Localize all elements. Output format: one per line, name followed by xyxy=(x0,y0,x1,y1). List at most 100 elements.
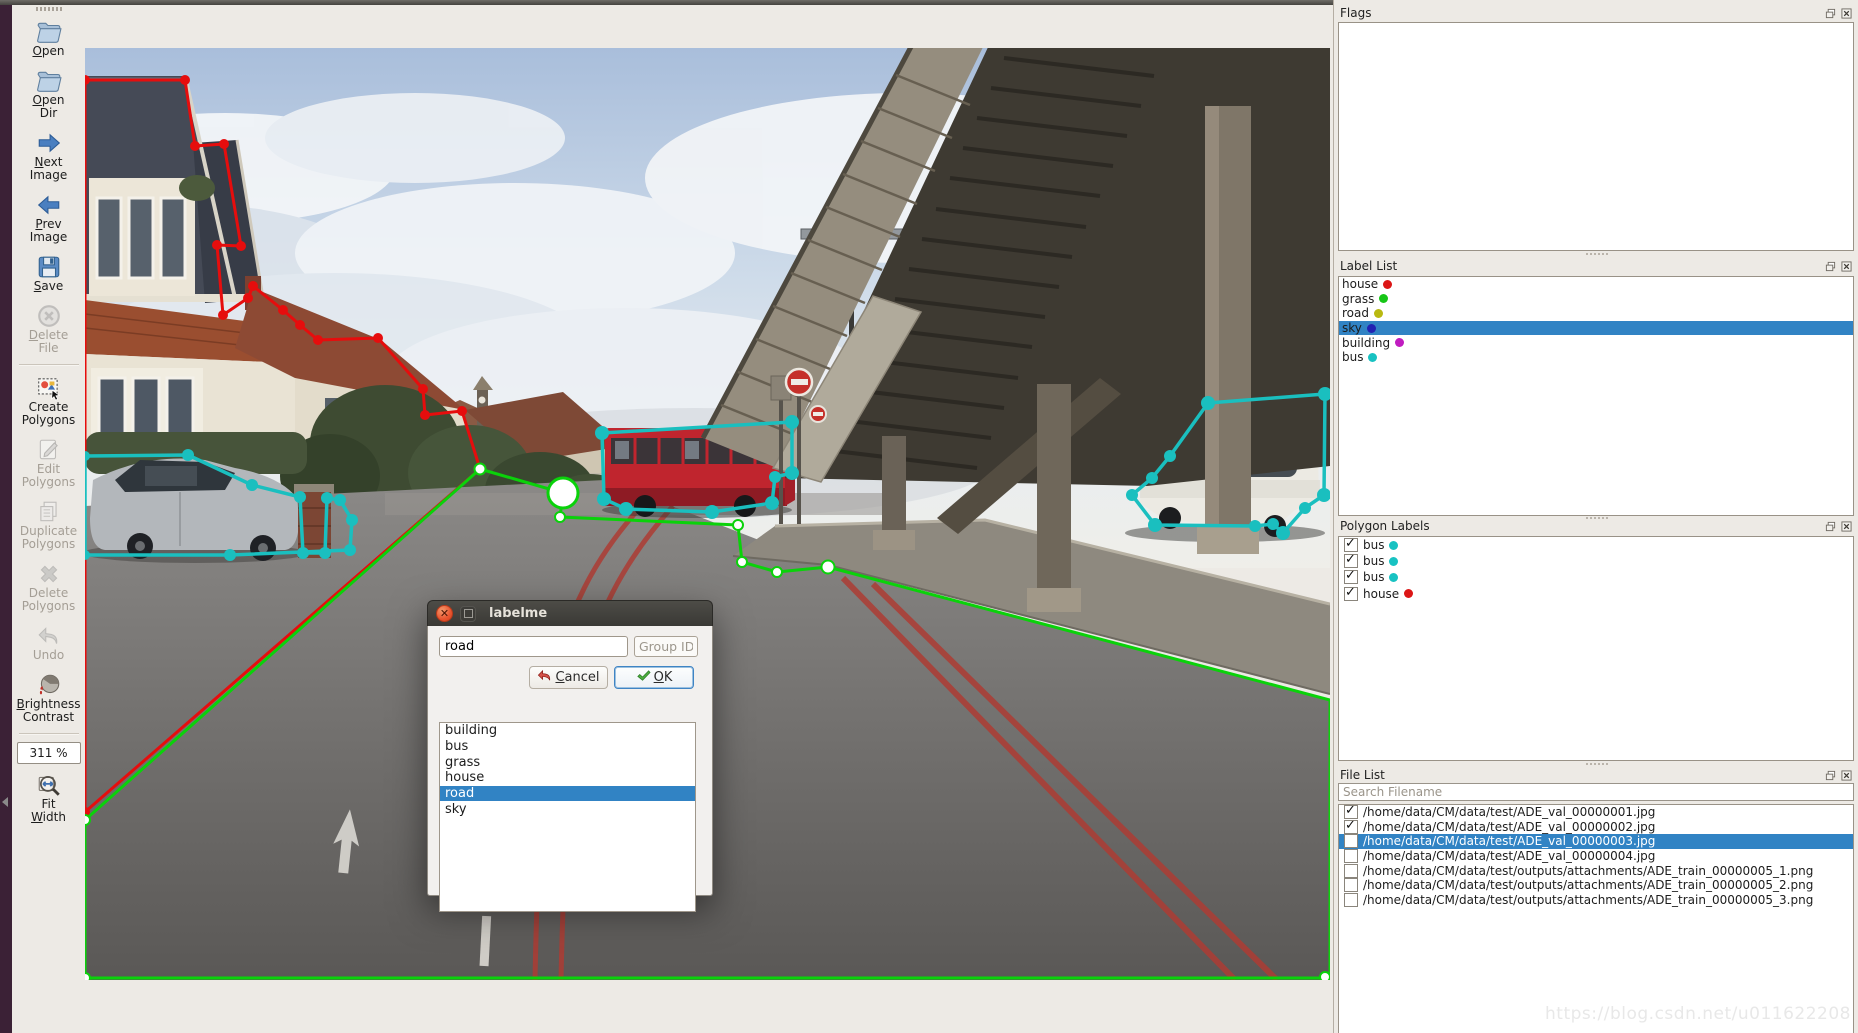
toolbar-button-delete-file[interactable]: DeleteFile xyxy=(12,298,85,360)
label-color-dot xyxy=(1389,573,1398,582)
toolbar-button-duplicate-polygons[interactable]: DuplicatePolygons xyxy=(12,494,85,556)
float-panel-icon[interactable] xyxy=(1824,260,1837,273)
checkbox[interactable] xyxy=(1344,864,1358,878)
flags-panel-title: Flags xyxy=(1340,5,1853,21)
close-panel-icon[interactable] xyxy=(1840,769,1853,782)
label-color-dot xyxy=(1389,541,1398,550)
file-list-item[interactable]: /home/data/CM/data/test/outputs/attachme… xyxy=(1339,878,1853,893)
labelme-window: Open OpenDirNextImagePrevImage Save DeleteF… xyxy=(0,0,1858,1033)
polygon-label-item-bus[interactable]: bus xyxy=(1339,553,1853,569)
label-color-dot xyxy=(1383,280,1392,289)
label-options-list[interactable]: buildingbusgrasshouseroadsky xyxy=(439,722,696,912)
zoom-spinbox[interactable]: 311 % xyxy=(17,742,81,764)
label-option-road[interactable]: road xyxy=(440,786,695,802)
polygon-labels-title-text: Polygon Labels xyxy=(1340,519,1824,533)
label-color-dot xyxy=(1367,324,1376,333)
label-option-grass[interactable]: grass xyxy=(440,754,695,770)
label-option-building[interactable]: building xyxy=(440,723,695,739)
file-path-text: /home/data/CM/data/test/ADE_val_00000003… xyxy=(1363,834,1655,848)
file-list[interactable]: /home/data/CM/data/test/ADE_val_00000001… xyxy=(1338,804,1854,1033)
polygon-label-item-house[interactable]: house xyxy=(1339,586,1853,602)
toolbar-button-edit-polygons[interactable]: EditPolygons xyxy=(12,432,85,494)
dock-splitter[interactable] xyxy=(1334,761,1858,766)
group-id-input[interactable] xyxy=(634,636,698,657)
checkbox[interactable] xyxy=(1344,849,1358,863)
close-panel-icon[interactable] xyxy=(1840,520,1853,533)
delete-x-icon xyxy=(36,560,62,587)
close-panel-icon[interactable] xyxy=(1840,260,1853,273)
dock-splitter[interactable] xyxy=(1334,251,1858,256)
toolbar-button-create-polygons[interactable]: CreatePolygons xyxy=(12,370,85,432)
toolbar-button-label: Save xyxy=(34,280,63,293)
label-list[interactable]: housegrassroadskybuildingbus xyxy=(1338,276,1854,516)
toolbar-button-fit-width[interactable]: FitWidth xyxy=(12,767,85,829)
search-filename-input[interactable] xyxy=(1338,783,1854,801)
file-path-text: /home/data/CM/data/test/ADE_val_00000004… xyxy=(1363,849,1655,863)
file-path-text: /home/data/CM/data/test/ADE_val_00000001… xyxy=(1363,805,1655,819)
toolbar-button-save[interactable]: Save xyxy=(12,249,85,298)
float-panel-icon[interactable] xyxy=(1824,7,1837,20)
toolbar-drag-handle[interactable] xyxy=(36,7,62,11)
delete-circle-icon xyxy=(36,302,62,329)
checkbox[interactable] xyxy=(1344,834,1358,848)
file-list-item[interactable]: /home/data/CM/data/test/ADE_val_00000002… xyxy=(1339,820,1853,835)
toolbar-separator xyxy=(19,364,79,366)
cancel-button[interactable]: Cancel xyxy=(529,666,608,689)
polygon-labels-list[interactable]: busbusbushouse xyxy=(1338,536,1854,761)
toolbar-button-open-dir[interactable]: OpenDir xyxy=(12,63,85,125)
label-option-house[interactable]: house xyxy=(440,770,695,786)
fit-width-icon xyxy=(36,771,62,798)
label-text: building xyxy=(1342,336,1390,350)
checkbox[interactable] xyxy=(1344,538,1358,552)
checkbox[interactable] xyxy=(1344,570,1358,584)
file-list-item[interactable]: /home/data/CM/data/test/ADE_val_00000003… xyxy=(1339,834,1853,849)
label-list-title-text: Label List xyxy=(1340,259,1824,273)
float-panel-icon[interactable] xyxy=(1824,520,1837,533)
ok-check-icon xyxy=(636,668,651,687)
right-dock: Flags Label List housegrassroadskybuildi… xyxy=(1333,0,1858,1033)
checkbox[interactable] xyxy=(1344,893,1358,907)
label-option-sky[interactable]: sky xyxy=(440,801,695,817)
label-list-item-road[interactable]: road xyxy=(1339,306,1853,321)
ok-button[interactable]: OK xyxy=(614,666,694,689)
label-list-item-bus[interactable]: bus xyxy=(1339,350,1853,365)
polygon-label-item-bus[interactable]: bus xyxy=(1339,569,1853,585)
label-list-item-grass[interactable]: grass xyxy=(1339,292,1853,307)
label-list-item-house[interactable]: house xyxy=(1339,277,1853,292)
toolbar-button-prev-image[interactable]: PrevImage xyxy=(12,187,85,249)
flags-list[interactable] xyxy=(1338,22,1854,251)
checkbox[interactable] xyxy=(1344,820,1358,834)
checkbox[interactable] xyxy=(1344,554,1358,568)
label-option-bus[interactable]: bus xyxy=(440,739,695,755)
dialog-maximize-icon[interactable] xyxy=(460,606,476,622)
edit-polygons-icon xyxy=(36,436,62,463)
toolbar-button-label: Polygons xyxy=(22,538,75,551)
toolbar-button-next-image[interactable]: NextImage xyxy=(12,125,85,187)
file-list-item[interactable]: /home/data/CM/data/test/outputs/attachme… xyxy=(1339,863,1853,878)
toolbar-button-brightness-contrast[interactable]: BrightnessContrast xyxy=(12,667,85,729)
checkbox[interactable] xyxy=(1344,878,1358,892)
polygon-label-text: bus xyxy=(1363,554,1384,568)
label-text: grass xyxy=(1342,292,1374,306)
file-list-item[interactable]: /home/data/CM/data/test/ADE_val_00000004… xyxy=(1339,849,1853,864)
float-panel-icon[interactable] xyxy=(1824,769,1837,782)
toolbar-button-label: Open xyxy=(32,45,64,58)
toolbar-button-delete-polygons[interactable]: DeletePolygons xyxy=(12,556,85,618)
toolbar-button-open[interactable]: Open xyxy=(12,14,85,63)
polygon-label-item-bus[interactable]: bus xyxy=(1339,537,1853,553)
close-panel-icon[interactable] xyxy=(1840,7,1853,20)
file-list-item[interactable]: /home/data/CM/data/test/ADE_val_00000001… xyxy=(1339,805,1853,820)
file-list-item[interactable]: /home/data/CM/data/test/outputs/attachme… xyxy=(1339,893,1853,908)
dialog-titlebar[interactable]: ✕ labelme xyxy=(427,600,713,626)
label-list-item-sky[interactable]: sky xyxy=(1339,321,1853,336)
toolbar-button-undo[interactable]: Undo xyxy=(12,618,85,667)
label-name-input[interactable] xyxy=(439,636,628,657)
watermark-text: https://blog.csdn.net/u011622208 xyxy=(1545,1004,1851,1024)
label-list-item-building[interactable]: building xyxy=(1339,335,1853,350)
highlighted-vertex[interactable] xyxy=(548,478,578,508)
checkbox[interactable] xyxy=(1344,587,1358,601)
file-list-title-text: File List xyxy=(1340,768,1824,782)
dialog-close-icon[interactable]: ✕ xyxy=(436,605,453,622)
toolbar-button-label: Undo xyxy=(33,649,64,662)
toolbar-button-label: Width xyxy=(31,811,66,824)
